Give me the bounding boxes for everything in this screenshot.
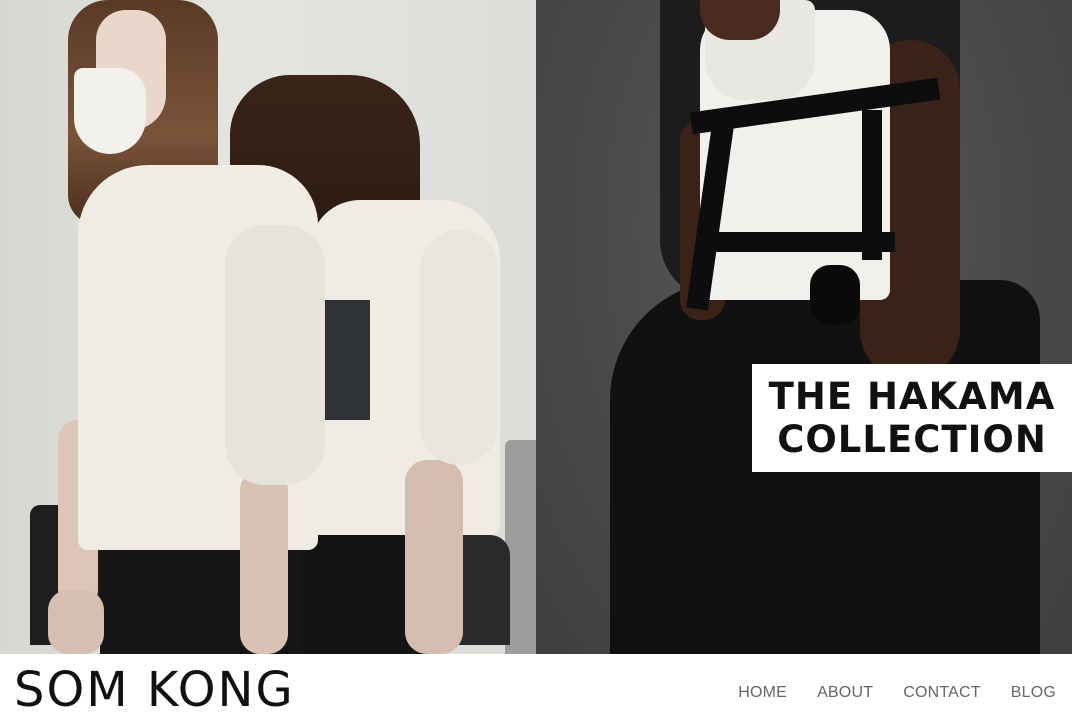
collection-link[interactable]: THE HAKAMA COLLECTION xyxy=(752,364,1072,472)
model-3-strap xyxy=(705,232,895,252)
model-2-sleeve xyxy=(420,230,498,465)
main-nav: HOME ABOUT CONTACT BLOG xyxy=(738,684,1056,702)
nav-home[interactable]: HOME xyxy=(738,684,787,702)
model-3-face xyxy=(700,0,780,40)
model-1-quilted-mask xyxy=(74,68,146,154)
nav-about[interactable]: ABOUT xyxy=(817,684,873,702)
left-photo-panel xyxy=(0,0,536,654)
site-header-bar: SOM KONG HOME ABOUT CONTACT BLOG xyxy=(0,654,1072,724)
model-2-arm xyxy=(405,460,463,654)
nav-contact[interactable]: CONTACT xyxy=(903,684,981,702)
collection-title: THE HAKAMA COLLECTION xyxy=(768,375,1056,461)
model-1-right-arm xyxy=(240,470,288,654)
nav-blog[interactable]: BLOG xyxy=(1011,684,1056,702)
site-logo[interactable]: SOM KONG xyxy=(14,662,295,718)
model-1-sleeve xyxy=(225,225,325,485)
model-2-denim-panel xyxy=(322,300,370,420)
hero-banner: THE HAKAMA COLLECTION xyxy=(0,0,1072,654)
model-1-hand xyxy=(48,590,104,654)
model-3-tie xyxy=(810,265,860,325)
right-photo-panel xyxy=(536,0,1072,654)
